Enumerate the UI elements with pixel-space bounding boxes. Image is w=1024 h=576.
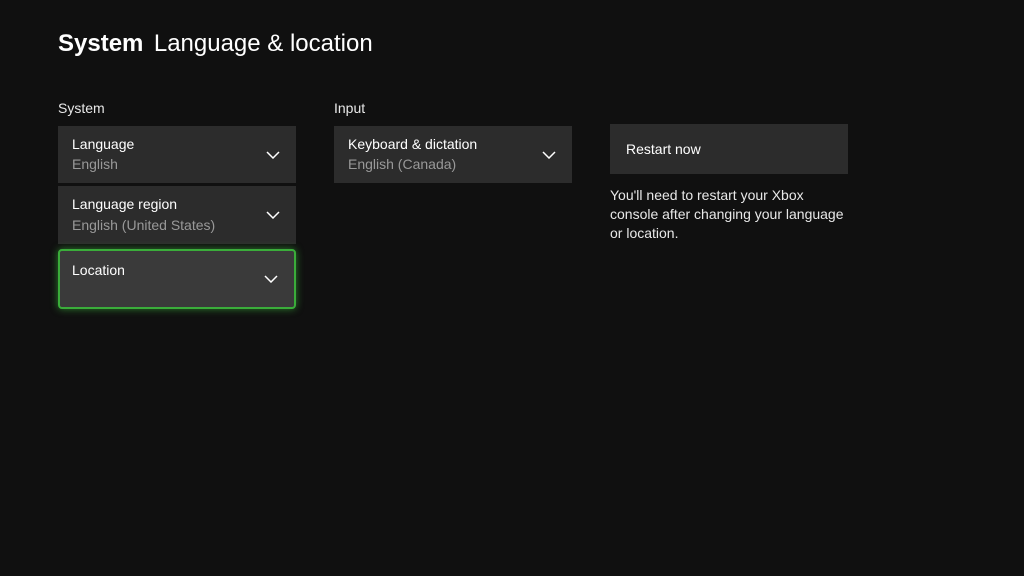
location-dropdown[interactable]: Location	[58, 249, 296, 309]
input-section-label: Input	[334, 100, 572, 116]
language-region-dropdown[interactable]: Language region English (United States)	[58, 186, 296, 243]
language-dropdown-value: English	[72, 155, 282, 173]
system-column: System Language English Language region …	[58, 100, 296, 312]
location-dropdown-label: Location	[72, 261, 282, 279]
chevron-down-icon	[266, 206, 280, 224]
content-area: System Language English Language region …	[0, 58, 1024, 312]
language-region-dropdown-label: Language region	[72, 195, 282, 213]
restart-now-label: Restart now	[626, 141, 701, 157]
system-section-label: System	[58, 100, 296, 116]
keyboard-dropdown[interactable]: Keyboard & dictation English (Canada)	[334, 126, 572, 183]
chevron-down-icon	[266, 146, 280, 164]
header-prefix: System	[58, 30, 143, 57]
chevron-down-icon	[542, 146, 556, 164]
restart-now-button[interactable]: Restart now	[610, 124, 848, 174]
keyboard-dropdown-value: English (Canada)	[348, 155, 558, 173]
language-region-dropdown-value: English (United States)	[72, 216, 282, 234]
restart-info-text: You'll need to restart your Xbox console…	[610, 186, 848, 243]
action-column: Restart now You'll need to restart your …	[610, 100, 848, 312]
language-dropdown-label: Language	[72, 135, 282, 153]
header-title: Language & location	[154, 30, 373, 57]
input-column: Input Keyboard & dictation English (Cana…	[334, 100, 572, 312]
page-header: System Language & location	[0, 0, 1024, 58]
language-dropdown[interactable]: Language English	[58, 126, 296, 183]
chevron-down-icon	[264, 270, 278, 288]
keyboard-dropdown-label: Keyboard & dictation	[348, 135, 558, 153]
